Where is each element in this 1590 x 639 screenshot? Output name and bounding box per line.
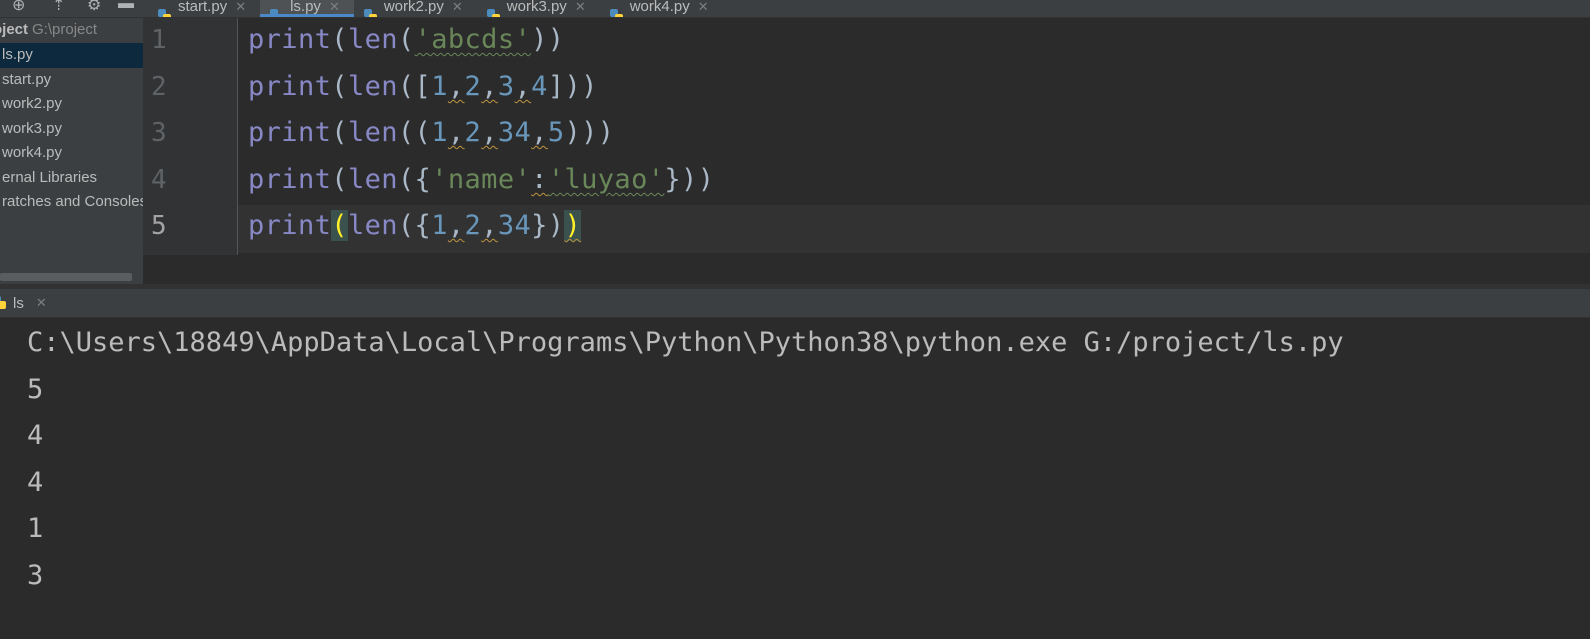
code-line-5[interactable]: print(len({1,2,34})) [248,210,582,241]
code-line-4[interactable]: print(len({'name':'luyao'})) [248,164,714,195]
line-number: 2 [151,72,167,102]
close-icon[interactable]: ✕ [452,0,463,15]
tree-item-work2-py[interactable]: work2.py [0,92,143,117]
console-output-line: 4 [27,467,44,498]
tab-label: work3.py [506,0,567,15]
tree-item-work4-py[interactable]: work4.py [0,141,143,166]
console-command: C:\Users\18849\AppData\Local\Programs\Py… [27,327,1344,358]
run-tab-bar: ls ✕ [0,289,1590,318]
project-scrollbar[interactable] [0,273,132,281]
collapse-icon[interactable]: ⇡ [52,0,65,15]
project-tree: ls.py start.py work2.py work3.py work4.p… [0,43,143,215]
python-file-icon [609,9,624,17]
python-file-icon [158,9,172,17]
tab-label: work4.py [629,0,690,15]
python-file-icon [270,9,284,17]
close-icon[interactable]: ✕ [36,295,47,311]
code-line-2[interactable]: print(len([1,2,3,4])) [248,71,598,102]
close-icon[interactable]: ✕ [235,0,246,15]
console-output-line: 1 [27,513,44,544]
python-file-icon [0,296,7,310]
code-editor[interactable]: 1 2 3 4 5 print(len('abcds')) print(len(… [143,18,1590,284]
console-output-line: 3 [27,560,44,591]
close-icon[interactable]: ✕ [698,0,709,15]
target-icon[interactable]: ⊕ [12,0,25,15]
minimize-icon[interactable]: ▬ [118,0,134,13]
run-tab-ls[interactable]: ls ✕ [0,289,47,317]
line-number: 5 [151,211,167,241]
code-line-3[interactable]: print(len((1,2,34,5))) [248,117,614,148]
tree-item-scratches[interactable]: ratches and Consoles [0,190,143,215]
project-title: oject [0,21,29,38]
project-header: ojectG:\project [0,21,97,38]
run-tab-label: ls [13,294,24,312]
tree-item-work3-py[interactable]: work3.py [0,117,143,142]
tab-label: work2.py [383,0,444,15]
line-number: 1 [151,25,167,55]
editor-tab-bar: ⊕ ⇡ ⚙ ▬ start.py ✕ ls.py ✕ work2.py ✕ wo… [0,0,1590,18]
python-file-icon [486,9,501,17]
project-path: G:\project [32,21,98,38]
tab-label: ls.py [290,0,321,15]
gear-icon[interactable]: ⚙ [87,0,101,15]
tab-start-py[interactable]: start.py ✕ [148,0,260,17]
python-file-icon [363,9,378,17]
project-toolbar: ⊕ ⇡ ⚙ ▬ [0,0,145,17]
tab-work4-py[interactable]: work4.py ✕ [600,0,723,17]
console-output-line: 5 [27,374,44,405]
close-icon[interactable]: ✕ [329,0,340,15]
project-panel: ojectG:\project ls.py start.py work2.py … [0,18,143,284]
close-icon[interactable]: ✕ [575,0,586,15]
line-number: 3 [151,118,167,148]
run-console[interactable]: C:\Users\18849\AppData\Local\Programs\Py… [0,318,1590,639]
tree-item-ls-py[interactable]: ls.py [0,43,143,68]
tab-work2-py[interactable]: work2.py ✕ [354,0,477,17]
tree-item-external-libraries[interactable]: ernal Libraries [0,166,143,191]
line-number: 4 [151,165,167,195]
tab-label: start.py [178,0,228,15]
tab-ls-py[interactable]: ls.py ✕ [260,0,354,17]
gutter-empty [143,255,238,284]
tree-item-start-py[interactable]: start.py [0,68,143,93]
code-line-1[interactable]: print(len('abcds')) [248,24,564,55]
tab-work3-py[interactable]: work3.py ✕ [477,0,600,17]
console-output-line: 4 [27,420,44,451]
